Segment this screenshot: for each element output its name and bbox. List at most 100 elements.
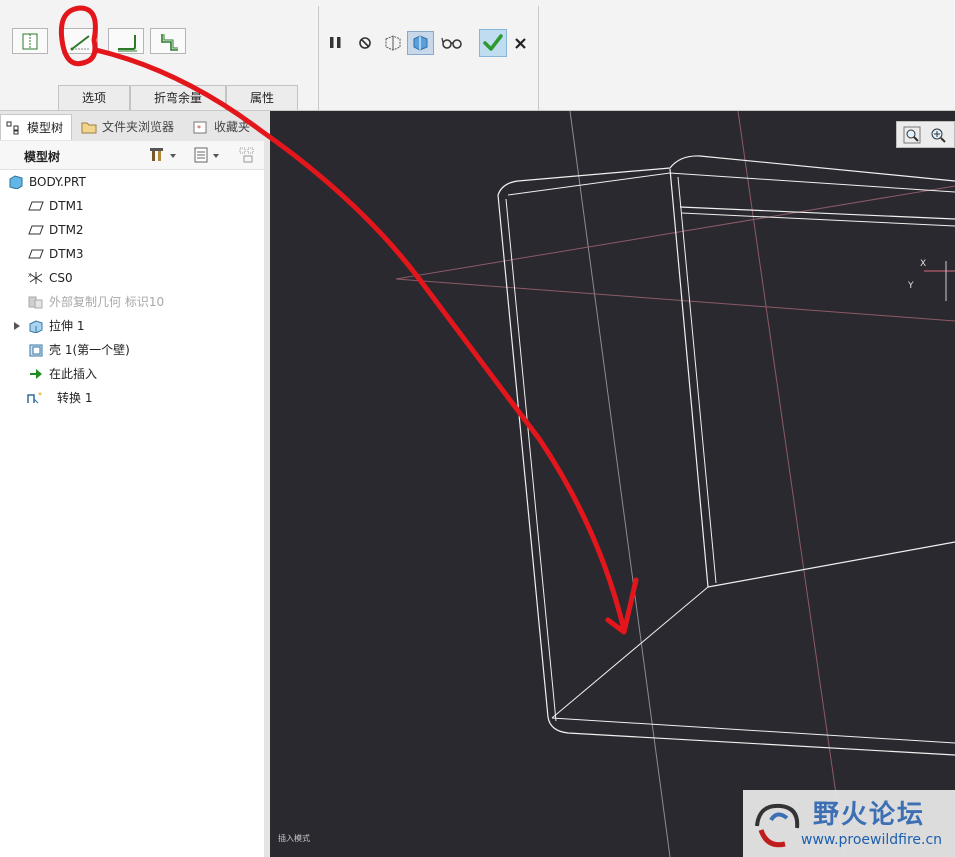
cancel-x-icon[interactable] [511,33,531,53]
view-toolbar [896,121,955,148]
flanged-wall-icon [118,35,137,52]
tree-item-dtm1[interactable]: DTM1 [0,195,260,217]
tab-folder-browser[interactable]: 文件夹浏览器 [74,114,184,140]
navigator-tabs: 模型树 文件夹浏览器 * 收藏夹 [0,111,270,142]
tree-item-label: 外部复制几何 标识10 [49,295,165,309]
angled-wall-button[interactable] [62,28,98,54]
tree-item-label: CS0 [49,271,73,285]
tree-item-label: 壳 1(第一个壁) [49,343,130,357]
ribbon-separator [538,6,539,110]
tree-item-label: DTM1 [49,199,84,213]
forum-logo-icon [755,803,800,848]
tree-item-shell-1[interactable]: 壳 1(第一个壁) [0,339,260,361]
tree-item-label: 拉伸 1 [49,319,85,333]
zoom-in-icon[interactable] [929,126,947,144]
external-copy-geometry-icon [28,296,43,309]
pause-icon[interactable] [326,33,346,53]
axis-label-x: X [920,259,926,269]
tab-properties[interactable]: 属性 [226,85,298,110]
model-tree-header: 模型树 [0,141,264,170]
tree-item-dtm3[interactable]: DTM3 [0,243,260,265]
conversion-icon: * [27,391,42,404]
forum-watermark: 野火论坛 www.proewildfire.cn [743,790,955,857]
geometry-preview-icon[interactable] [382,33,402,53]
tree-item-external-copy-geometry[interactable]: 外部复制几何 标识10 [0,291,260,313]
tab-model-tree[interactable]: 模型树 [0,114,72,140]
model-edge [505,198,557,722]
shell-icon [29,344,43,357]
flanged-wall-button[interactable] [108,28,144,54]
tree-item-label: 转换 1 [57,391,93,405]
model-edge [669,168,709,588]
svg-text:*: * [197,124,201,133]
datum-plane-icon [28,249,44,259]
zoom-fit-icon[interactable] [903,126,921,144]
verify-preview-icon [413,35,428,51]
model-edge [551,586,709,719]
model-tree-title: 模型树 [24,150,61,164]
tree-item-label: BODY.PRT [29,175,86,189]
tab-folder-browser-label: 文件夹浏览器 [102,120,175,134]
tab-favorites-label: 收藏夹 [214,120,251,134]
graphics-viewport[interactable]: X Y [270,111,955,857]
svg-text:*: * [38,391,42,400]
tree-item-label: DTM2 [49,223,84,237]
ribbon-separator [318,6,319,110]
tree-item-conversion-1[interactable]: * 转换 1 [0,387,260,409]
tree-item-dtm2[interactable]: DTM2 [0,219,260,241]
tree-columns-icon[interactable] [238,146,260,164]
expand-arrow-icon[interactable] [12,319,22,333]
flat-wall-button[interactable] [12,28,48,54]
status-mode-text: 插入模式 [278,834,310,843]
model-edge [497,194,955,756]
no-preview-icon[interactable] [355,33,375,53]
coordinate-system-icon: X [28,272,43,284]
tree-settings-icon[interactable] [150,146,180,164]
tree-filter-icon[interactable] [193,146,223,164]
model-edge [497,155,955,196]
model-edge [677,176,717,584]
datum-plane-edge [737,111,846,857]
folder-icon [81,122,97,134]
datum-axis-line [569,111,671,857]
tree-item-label: DTM3 [49,247,84,261]
model-edge [551,717,955,744]
tab-properties-label: 属性 [249,91,274,105]
flat-wall-icon [22,33,38,50]
part-icon [9,175,23,189]
tab-bend-allowance[interactable]: 折弯余量 [130,85,226,110]
favorites-icon: * [193,121,207,134]
confirm-check-icon [483,34,503,51]
tree-item-body-prt[interactable]: BODY.PRT [0,171,260,193]
offset-wall-icon [161,34,178,51]
verify-preview-button[interactable] [407,31,434,55]
watermark-url: www.proewildfire.cn [801,832,943,848]
model-edge [681,212,955,227]
model-tree: 模型树 BODY.PRT DTM1 DTM2 DTM3 X CS0 外部复制几何… [0,141,265,857]
insert-here-arrow-icon [30,369,42,379]
ribbon: 选项 折弯余量 属性 [0,0,955,111]
tab-options-label: 选项 [81,91,106,105]
offset-wall-button[interactable] [150,28,186,54]
datum-plane-icon [28,225,44,235]
extrude-icon [29,320,43,333]
angled-wall-icon [70,35,90,51]
axis-label-y: Y [907,281,914,291]
tab-options[interactable]: 选项 [58,85,130,110]
tab-favorites[interactable]: * 收藏夹 [186,114,258,140]
datum-plane-icon [28,201,44,211]
tree-item-extrude-1[interactable]: 拉伸 1 [0,315,260,337]
tab-bend-allowance-label: 折弯余量 [153,91,202,105]
model-tree-icon [6,121,19,135]
tab-model-tree-label: 模型树 [27,121,64,135]
glasses-icon[interactable] [440,33,464,53]
tree-item-label: 在此插入 [49,367,98,381]
tree-item-insert-here[interactable]: 在此插入 [0,363,260,385]
datum-plane-edge [395,278,955,322]
model-wireframe: X Y [395,111,955,857]
tree-item-cs0[interactable]: X CS0 [0,267,260,289]
model-edge [707,541,955,588]
confirm-button[interactable] [479,29,507,57]
watermark-title: 野火论坛 [813,800,926,830]
svg-text:X: X [28,273,32,279]
